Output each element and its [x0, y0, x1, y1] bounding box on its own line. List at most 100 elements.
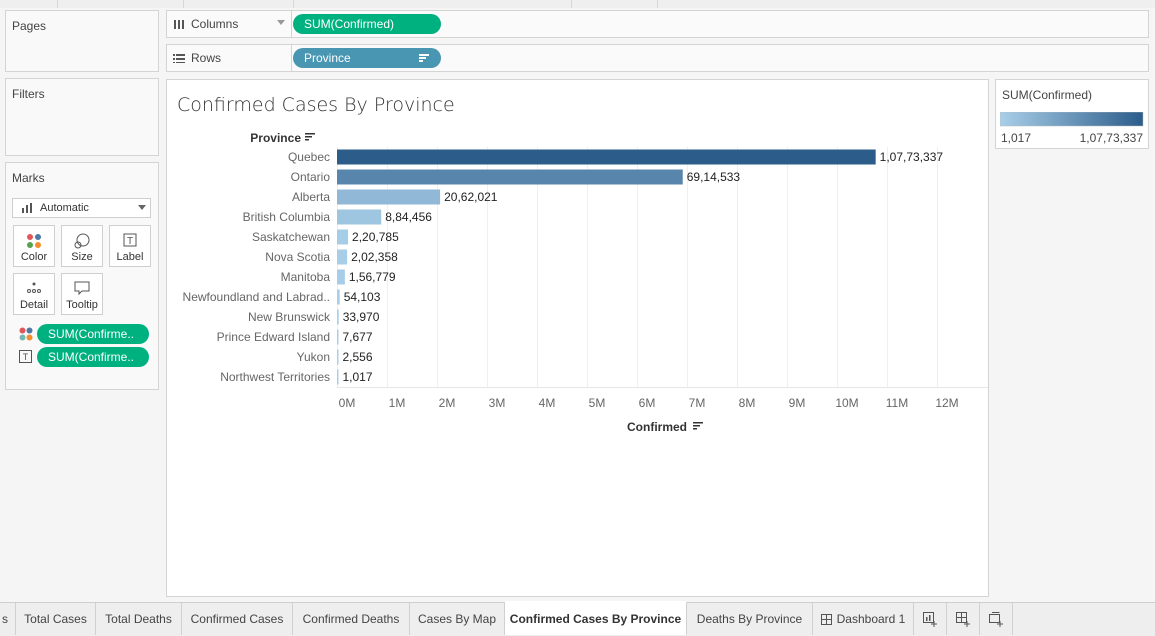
sheet-tab[interactable]: Total Cases — [16, 603, 96, 635]
bar — [337, 249, 348, 265]
bar-chart-icon — [22, 203, 32, 213]
new-story-button[interactable] — [980, 603, 1013, 635]
x-tick-label: 10M — [835, 396, 858, 410]
category-label: Quebec — [288, 150, 330, 164]
bar — [337, 229, 349, 245]
sheet-tab[interactable]: Deaths By Province — [687, 603, 813, 635]
label-field-pill-label: SUM(Confirme.. — [48, 350, 135, 364]
columns-shelf-label: Columns — [167, 11, 292, 37]
size-button[interactable]: Size — [61, 225, 103, 267]
detail-button[interactable]: Detail — [13, 273, 55, 315]
bar — [337, 169, 683, 185]
tab-label: s — [2, 612, 8, 626]
filters-card[interactable]: Filters — [5, 78, 159, 156]
sort-icon — [419, 54, 429, 62]
new-worksheet-button[interactable] — [914, 603, 947, 635]
row-header: Province — [250, 131, 301, 145]
svg-text:T: T — [23, 352, 29, 362]
pages-title: Pages — [12, 19, 47, 33]
category-label: Nova Scotia — [265, 250, 330, 264]
sheet-tab[interactable]: Cases By Map — [410, 603, 505, 635]
marks-card: Marks Automatic Color Size T Label Detai… — [5, 162, 159, 390]
toolbar-strip — [0, 0, 1155, 8]
x-tick-label: 8M — [739, 396, 756, 410]
x-tick-label: 3M — [489, 396, 506, 410]
color-legend[interactable]: SUM(Confirmed) 1,017 1,07,73,337 — [995, 79, 1149, 149]
value-label: 1,07,73,337 — [880, 150, 944, 164]
size-label: Size — [71, 251, 93, 263]
tab-label: Confirmed Deaths — [302, 612, 400, 626]
rows-icon — [173, 54, 185, 63]
x-tick-label: 7M — [689, 396, 706, 410]
label-icon: T — [123, 233, 137, 247]
x-tick-label: 1M — [389, 396, 406, 410]
value-label: 1,56,779 — [349, 270, 396, 284]
category-label: Manitoba — [281, 270, 331, 284]
chevron-down-icon — [138, 205, 146, 210]
sheet-tab[interactable]: s — [0, 603, 16, 635]
dashboard-icon — [820, 613, 832, 625]
bar — [337, 149, 876, 165]
color-button[interactable]: Color — [13, 225, 55, 267]
x-tick-label: 5M — [589, 396, 606, 410]
sheet-tab[interactable]: Confirmed Deaths — [293, 603, 410, 635]
legend-title: SUM(Confirmed) — [1002, 88, 1093, 102]
category-label: Prince Edward Island — [217, 330, 330, 344]
x-tick-label: 4M — [539, 396, 556, 410]
bar — [337, 289, 340, 305]
value-label: 1,017 — [343, 370, 373, 384]
label-field-pill[interactable]: SUM(Confirme.. — [37, 347, 149, 367]
bar — [337, 189, 441, 205]
size-icon — [74, 233, 90, 249]
new-dashboard-button[interactable] — [947, 603, 980, 635]
category-label: Newfoundland and Labrad.. — [183, 290, 330, 304]
category-label: Yukon — [297, 350, 330, 364]
category-label: Alberta — [292, 190, 330, 204]
pages-card[interactable]: Pages — [5, 10, 159, 72]
value-label: 2,556 — [343, 350, 373, 364]
bar-chart: Province Quebec 1,07,73,337 Ontario 69,14,53… — [183, 131, 988, 434]
sheet-tab-active[interactable]: Confirmed Cases By Province — [505, 601, 687, 635]
tab-label: Cases By Map — [417, 612, 497, 626]
sort-icon — [305, 133, 315, 135]
x-tick-label: 9M — [789, 396, 806, 410]
bar — [337, 329, 339, 345]
columns-label: Columns — [191, 17, 239, 31]
rows-pill-label: Province — [304, 51, 351, 65]
value-label: 33,970 — [343, 310, 380, 324]
new-worksheet-icon — [923, 612, 937, 627]
bar — [337, 349, 339, 365]
filters-title: Filters — [12, 87, 45, 101]
tab-label: Total Cases — [24, 612, 87, 626]
rows-pill[interactable]: Province — [293, 48, 441, 68]
dashboard-tab[interactable]: Dashboard 1 — [813, 603, 914, 635]
color-field-pill[interactable]: SUM(Confirme.. — [37, 324, 149, 344]
new-dashboard-icon — [956, 612, 970, 627]
mark-type-dropdown[interactable]: Automatic — [12, 198, 151, 218]
tab-label: Total Deaths — [105, 612, 172, 626]
new-story-icon — [989, 612, 1003, 627]
sheet-tab[interactable]: Total Deaths — [96, 603, 182, 635]
columns-shelf[interactable]: Columns SUM(Confirmed) — [166, 10, 1149, 38]
tab-label: Deaths By Province — [696, 612, 803, 626]
x-tick-label: 6M — [639, 396, 656, 410]
rows-shelf[interactable]: Rows Province — [166, 44, 1149, 72]
value-label: 2,20,785 — [352, 230, 399, 244]
sort-icon — [693, 428, 697, 430]
category-label: Ontario — [291, 170, 331, 184]
tooltip-button[interactable]: Tooltip — [61, 273, 103, 315]
columns-icon — [174, 20, 184, 29]
x-axis-title: Confirmed — [627, 420, 687, 434]
value-label: 2,02,358 — [351, 250, 398, 264]
sort-icon — [305, 139, 309, 141]
label-button[interactable]: T Label — [109, 225, 151, 267]
columns-pill[interactable]: SUM(Confirmed) — [293, 14, 441, 34]
label-label: Label — [116, 251, 144, 263]
tab-label: Dashboard 1 — [836, 612, 906, 626]
rows-shelf-label: Rows — [167, 45, 292, 71]
sheet-tab[interactable]: Confirmed Cases — [182, 603, 293, 635]
sort-icon — [305, 136, 312, 138]
category-label: Saskatchewan — [252, 230, 330, 244]
legend-gradient — [1000, 112, 1144, 127]
color-label: Color — [20, 251, 48, 263]
